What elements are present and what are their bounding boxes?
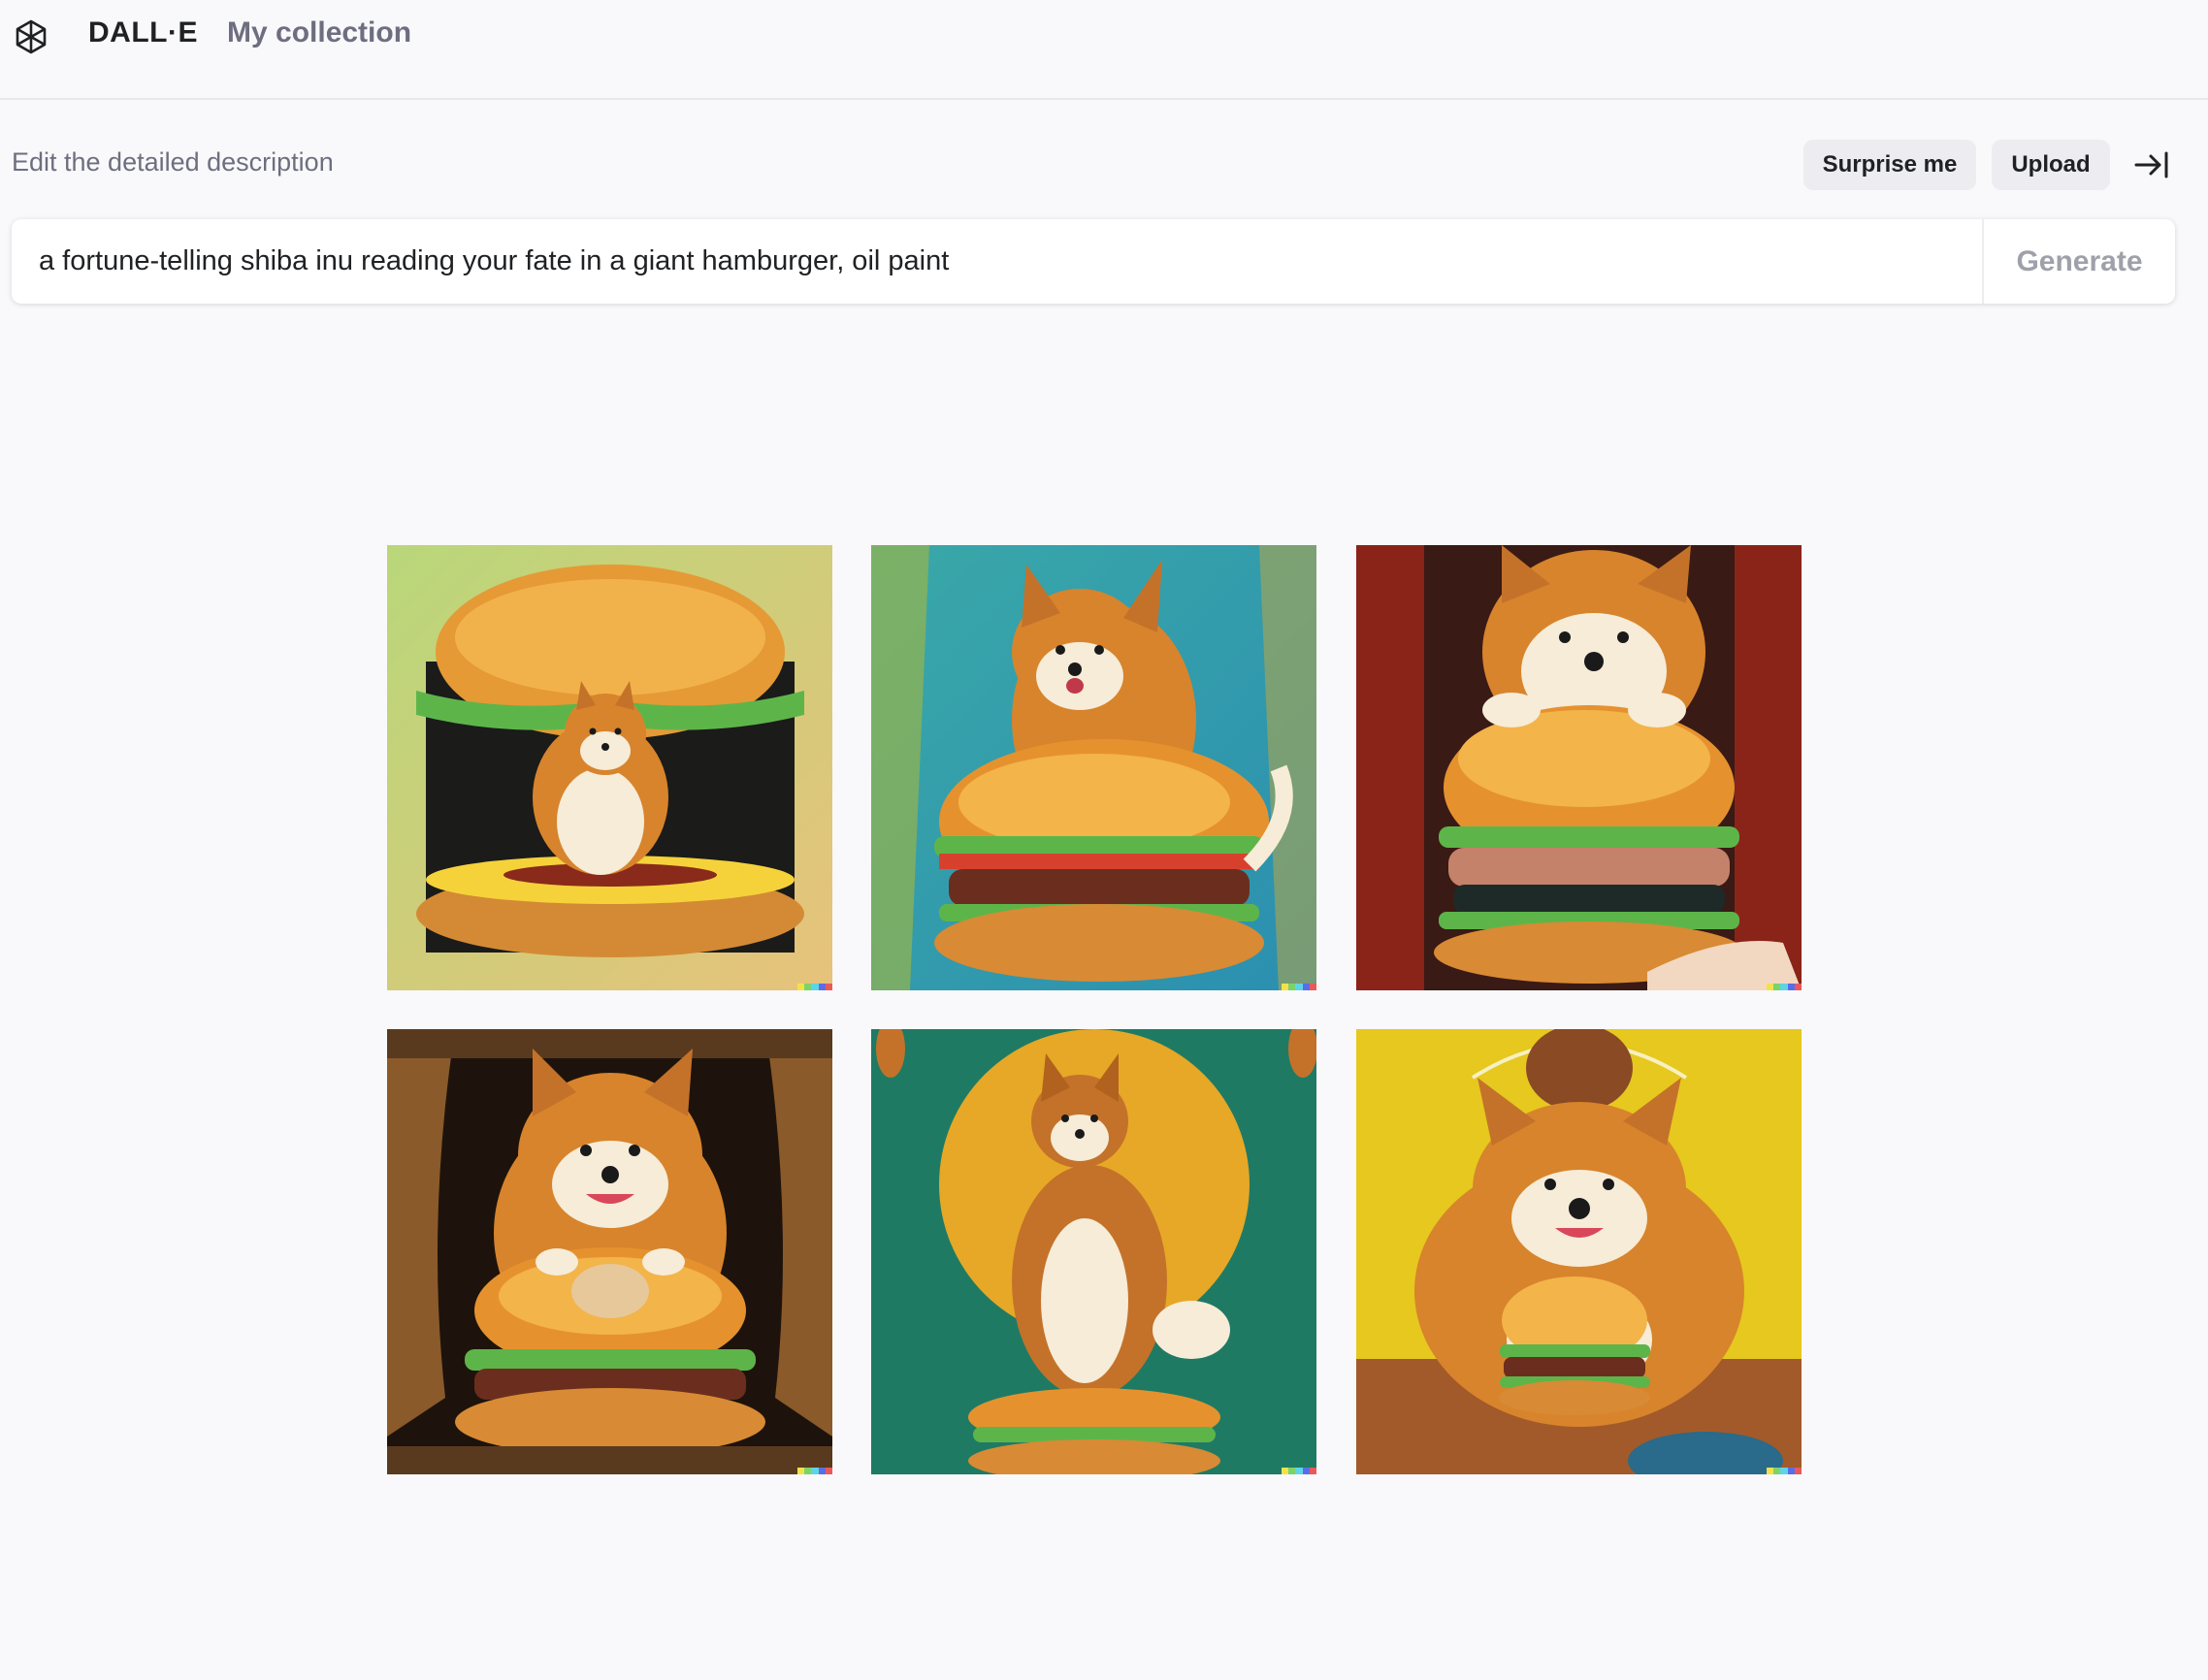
- surprise-me-button[interactable]: Surprise me: [1803, 140, 1976, 190]
- openai-logo-icon[interactable]: [10, 16, 52, 59]
- result-image-4[interactable]: [387, 1029, 832, 1474]
- image-signature: [1767, 1468, 1802, 1474]
- image-signature: [1282, 984, 1316, 990]
- generate-button[interactable]: Generate: [1982, 219, 2175, 304]
- prompt-input[interactable]: [12, 219, 1982, 304]
- shiba-burger-painting-4: [387, 1029, 832, 1474]
- prompt-label: Edit the detailed description: [12, 147, 334, 177]
- image-signature: [797, 1468, 832, 1474]
- top-bar: DALL·E My collection: [0, 0, 2208, 100]
- result-image-1[interactable]: [387, 545, 832, 990]
- nav-my-collection[interactable]: My collection: [227, 16, 411, 49]
- result-image-6[interactable]: [1356, 1029, 1802, 1474]
- shiba-burger-painting-3: [1356, 545, 1802, 990]
- result-image-3[interactable]: [1356, 545, 1802, 990]
- result-image-2[interactable]: [871, 545, 1316, 990]
- results-grid: [387, 545, 1802, 1474]
- upload-button[interactable]: Upload: [1992, 140, 2110, 190]
- shiba-burger-painting-1: [387, 545, 832, 990]
- image-signature: [1282, 1468, 1316, 1474]
- arrow-right-to-line-icon[interactable]: [2132, 147, 2171, 182]
- shiba-burger-painting-5: [871, 1029, 1316, 1474]
- shiba-burger-painting-6: [1356, 1029, 1802, 1474]
- prompt-box: Generate: [12, 219, 2175, 304]
- shiba-burger-painting-2: [871, 545, 1316, 990]
- image-signature: [797, 984, 832, 990]
- image-signature: [1767, 984, 1802, 990]
- brand-name[interactable]: DALL·E: [88, 16, 198, 49]
- result-image-5[interactable]: [871, 1029, 1316, 1474]
